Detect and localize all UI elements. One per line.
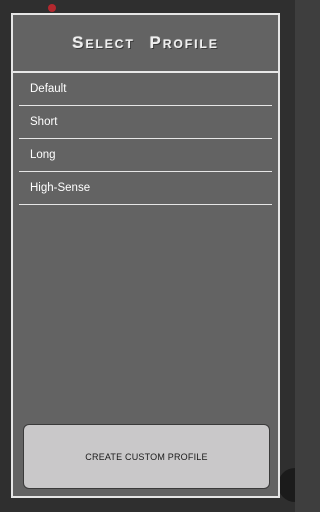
background-app-indicator (48, 4, 56, 12)
create-custom-profile-button[interactable]: CREATE CUSTOM PROFILE (23, 424, 270, 489)
dialog-title: Select Profile (72, 33, 219, 52)
profile-item-default[interactable]: Default (19, 73, 272, 106)
profile-item-short[interactable]: Short (19, 106, 272, 139)
select-profile-dialog: Select Profile Default Short Long High-S… (11, 13, 280, 498)
profile-list: Default Short Long High-Sense (13, 73, 278, 205)
dialog-header: Select Profile (13, 15, 278, 73)
screen: Select Profile Default Short Long High-S… (0, 0, 295, 512)
profile-item-high-sense[interactable]: High-Sense (19, 172, 272, 205)
background-fab (278, 468, 295, 502)
profile-item-long[interactable]: Long (19, 139, 272, 172)
